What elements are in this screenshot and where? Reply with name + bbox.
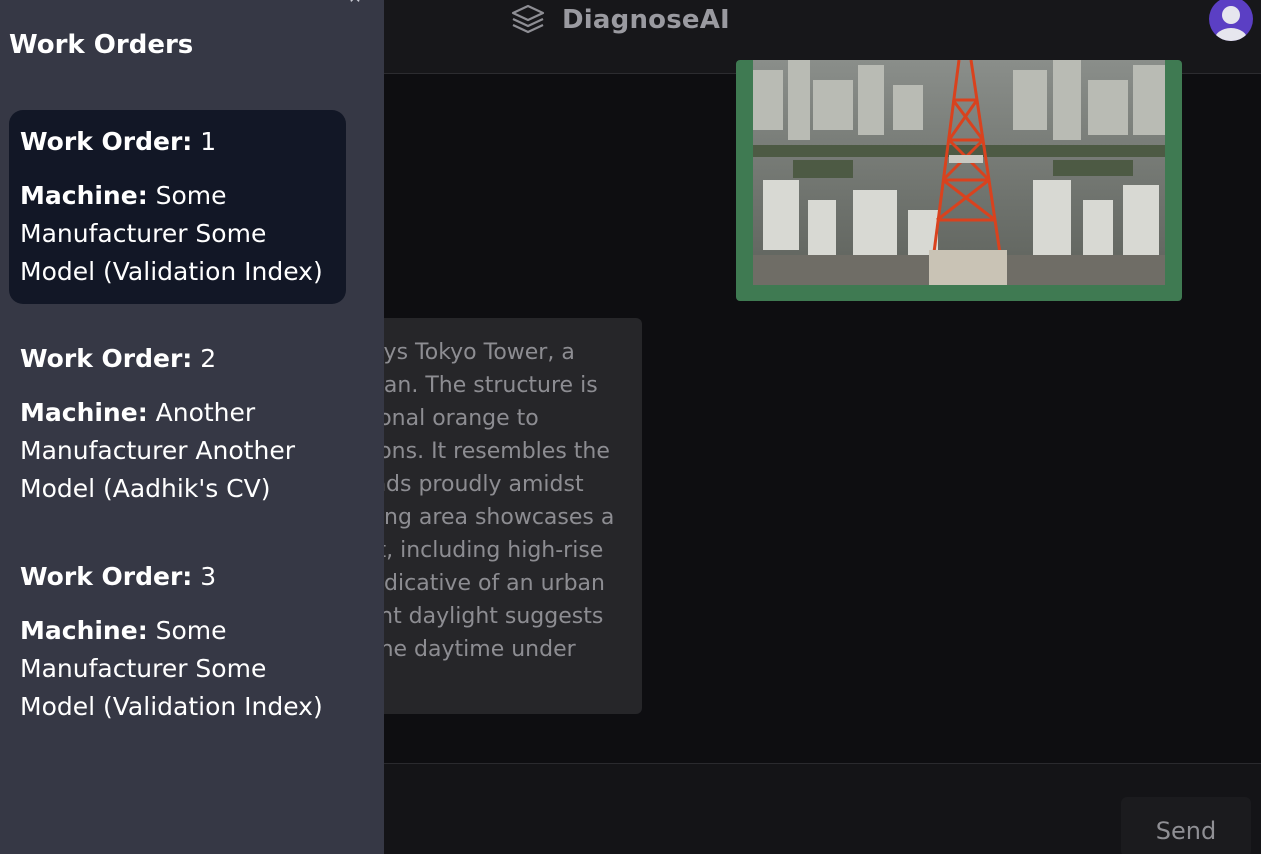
- machine-line: Machine: Some: [20, 612, 335, 650]
- assistant-message-text: plays Tokyo Tower, a Japan. The structur…: [350, 340, 615, 662]
- machine-name-part3: Model (Aadhik's CV): [20, 474, 271, 503]
- work-order-number: 3: [200, 562, 217, 591]
- machine-label: Machine:: [20, 181, 148, 210]
- work-order-item-3[interactable]: Work Order: 3 Machine: Some Manufacturer…: [9, 545, 346, 739]
- work-orders-sidebar: ✕ Work Orders Work Order: 1 Machine: Som…: [0, 0, 384, 854]
- machine-name-part1: Some: [155, 181, 227, 210]
- work-order-number-line: Work Order: 1: [20, 123, 335, 161]
- send-button[interactable]: Send: [1121, 797, 1251, 854]
- machine-name-part3: Model (Validation Index): [20, 692, 323, 721]
- close-icon[interactable]: ✕: [344, 0, 366, 6]
- work-order-number-line: Work Order: 2: [20, 340, 335, 378]
- work-order-item-2[interactable]: Work Order: 2 Machine: Another Manufactu…: [9, 327, 346, 521]
- machine-name-part2: Manufacturer Some: [20, 654, 267, 683]
- sidebar-title: Work Orders: [9, 30, 194, 60]
- machine-label: Machine:: [20, 398, 148, 427]
- work-order-number: 2: [200, 344, 217, 373]
- work-order-number-line: Work Order: 3: [20, 558, 335, 596]
- work-order-label: Work Order:: [20, 344, 193, 373]
- app-root: DiagnoseAI Tokyo Tower, a Japan. The str…: [0, 0, 1261, 854]
- machine-line: Machine: Some: [20, 177, 335, 215]
- machine-label: Machine:: [20, 616, 148, 645]
- layers-icon: [508, 0, 548, 40]
- app-title: DiagnoseAI: [562, 5, 730, 35]
- brand[interactable]: DiagnoseAI: [508, 0, 730, 40]
- machine-name-part1: Some: [155, 616, 227, 645]
- machine-line: Machine: Another: [20, 394, 335, 432]
- work-order-number: 1: [200, 127, 217, 156]
- work-order-label: Work Order:: [20, 562, 193, 591]
- user-avatar-icon[interactable]: [1209, 0, 1253, 41]
- uploaded-image[interactable]: [753, 60, 1165, 285]
- machine-name-part1: Another: [155, 398, 256, 427]
- machine-name-part2: Manufacturer Some: [20, 219, 267, 248]
- image-message: [736, 60, 1182, 301]
- work-order-item-1[interactable]: Work Order: 1 Machine: Some Manufacturer…: [9, 110, 346, 304]
- machine-name-part2: Manufacturer Another: [20, 436, 295, 465]
- work-order-label: Work Order:: [20, 127, 193, 156]
- machine-name-part3: Model (Validation Index): [20, 257, 323, 286]
